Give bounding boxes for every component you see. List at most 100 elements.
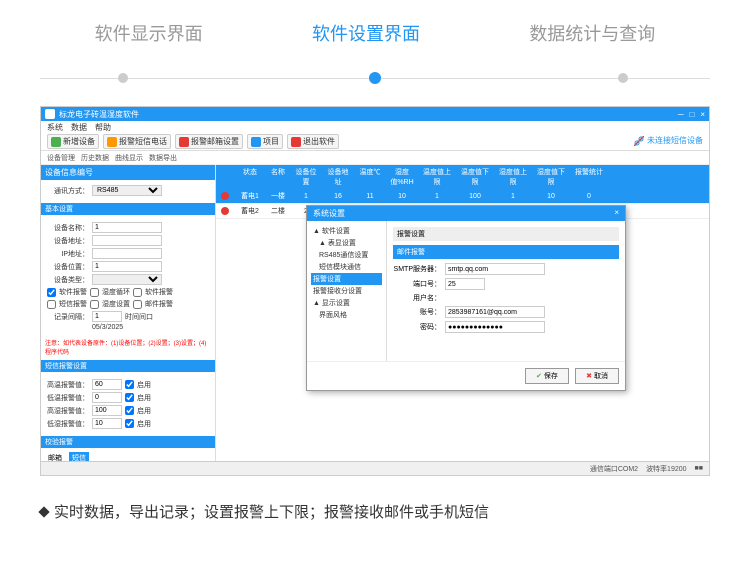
dev-addr-label: 设备地址： (47, 236, 89, 246)
menu-system[interactable]: 系统 (47, 122, 63, 133)
contact-tabs: 邮箱 短信 (41, 450, 215, 461)
plus-icon (51, 137, 61, 147)
conn-type-select[interactable]: RS485 (92, 185, 162, 196)
rec-int-input[interactable] (92, 311, 122, 322)
diamond-icon (38, 506, 49, 517)
bell-icon (179, 137, 189, 147)
close-button[interactable]: × (700, 110, 705, 119)
acct-input[interactable] (445, 306, 545, 318)
lo-hum-input[interactable] (92, 418, 122, 429)
add-device-button[interactable]: 新增设备 (47, 134, 99, 149)
smtp-input[interactable] (445, 263, 545, 275)
caption-row: 实时数据，导出记录；设置报警上下限；报警接收邮件或手机短信 (0, 486, 750, 537)
toolbar: 新增设备 报警短信电话 报警邮箱设置 项目 退出软件 (41, 133, 709, 151)
content-area: 状态 名称 设备位置 设备地址 温度℃ 湿度值%RH 温度值上限 温度值下限 湿… (216, 165, 709, 461)
smtp-label: SMTP服务器： (393, 264, 441, 274)
dev-name-label: 设备名称： (47, 223, 89, 233)
port-input[interactable] (445, 278, 485, 290)
pass-input[interactable] (445, 321, 545, 333)
subtab-export[interactable]: 数据导出 (149, 153, 177, 163)
app-window: 标龙电子砖温湿度软件 ─ □ × 系统 数据 帮助 新增设备 报警短信电话 报警… (40, 106, 710, 476)
tab-phone[interactable]: 短信 (69, 452, 89, 461)
subtab-history[interactable]: 历史数据 (81, 153, 109, 163)
tree-ui-style[interactable]: 界面风格 (311, 309, 382, 321)
dev-name-input[interactable] (92, 222, 162, 233)
exit-button[interactable]: 退出软件 (287, 134, 339, 149)
caption-text: 实时数据，导出记录；设置报警上下限；报警接收邮件或手机短信 (54, 501, 489, 522)
app-icon (45, 109, 55, 119)
status-com: 通信端口COM2 (590, 464, 638, 474)
subtab-device[interactable]: 设备管理 (47, 153, 75, 163)
mail-panel-header: 邮件报警 (393, 245, 619, 259)
hi-temp-enable[interactable] (125, 380, 134, 389)
page-tabs: 软件显示界面 软件设置界面 数据统计与查询 (0, 0, 750, 76)
sheet-icon (251, 137, 261, 147)
sw-alarm2-checkbox[interactable] (133, 288, 142, 297)
status-dot-icon (221, 192, 229, 200)
tree-display-set[interactable]: ▲ 显示设置 (311, 297, 382, 309)
hi-hum-label: 高湿报警值： (47, 406, 89, 416)
tab-dot (618, 73, 628, 83)
cancel-button[interactable]: ✖取消 (575, 368, 619, 384)
dialog-titlebar: 系统设置 × (307, 206, 625, 221)
tab-display[interactable]: 软件显示界面 (95, 20, 203, 76)
ip-input[interactable] (92, 248, 162, 259)
tree-alarm-recv[interactable]: 报警接收分设置 (311, 285, 382, 297)
ok-button[interactable]: ✔保存 (525, 368, 569, 384)
minimize-button[interactable]: ─ (678, 110, 684, 119)
dev-type-select[interactable] (92, 274, 162, 285)
maximize-button[interactable]: □ (689, 110, 694, 119)
basic-header: 基本设置 (41, 203, 215, 215)
hum-cycle-checkbox[interactable] (90, 288, 99, 297)
sms-alarm-button[interactable]: 报警短信电话 (103, 134, 171, 149)
sw-alarm-checkbox[interactable] (47, 288, 56, 297)
statusbar: 通信端口COM2 波特率19200 ■■ (41, 461, 709, 475)
dev-loc-input[interactable] (92, 261, 162, 272)
lo-hum-enable[interactable] (125, 419, 134, 428)
subtoolbar: 设备管理 历史数据 曲线显示 数据导出 (41, 151, 709, 165)
settings-dialog: 系统设置 × ▲ 软件设置 ▲ 表显设置 RS485通信设置 短信模块通信 报警… (306, 205, 626, 391)
hi-temp-input[interactable] (92, 379, 122, 390)
menu-data[interactable]: 数据 (71, 122, 87, 133)
tree-sms-module[interactable]: 短信模块通信 (311, 261, 382, 273)
hi-hum-enable[interactable] (125, 406, 134, 415)
hum-set-checkbox[interactable] (90, 300, 99, 309)
ip-label: IP地址： (47, 249, 89, 259)
tab-dot-active (369, 72, 381, 84)
runner-icon (107, 137, 117, 147)
subtab-curve[interactable]: 曲线显示 (115, 153, 143, 163)
dev-addr-input[interactable] (92, 235, 162, 246)
menu-help[interactable]: 帮助 (95, 122, 111, 133)
tab-mail[interactable]: 邮箱 (45, 452, 65, 461)
dialog-close-button[interactable]: × (614, 208, 619, 219)
menubar: 系统 数据 帮助 (41, 121, 709, 133)
hi-hum-input[interactable] (92, 405, 122, 416)
status-baud: 波特率19200 (646, 464, 686, 474)
project-button[interactable]: 项目 (247, 134, 283, 149)
tab-statistics[interactable]: 数据统计与查询 (529, 20, 655, 76)
rec-int-label: 记录间隔： (47, 312, 89, 322)
sms-alarm-checkbox[interactable] (47, 300, 56, 309)
lo-temp-input[interactable] (92, 392, 122, 403)
warning-text: 注意：如代表设备原件：(1)设备位置；(2)设置；(3)设置；(4) 程序代码 (41, 336, 215, 358)
lo-temp-enable[interactable] (125, 393, 134, 402)
dialog-title: 系统设置 (313, 208, 345, 219)
lo-temp-label: 低温报警值： (47, 393, 89, 403)
conn-type-label: 通讯方式： (47, 186, 89, 196)
mail-alarm-checkbox[interactable] (133, 300, 142, 309)
dev-loc-label: 设备位置： (47, 262, 89, 272)
conn-panel-header: 设备信息编号 (41, 165, 215, 180)
email-alarm-button[interactable]: 报警邮箱设置 (175, 134, 243, 149)
tree-alarm[interactable]: 报警设置 (311, 273, 382, 285)
table-row[interactable]: 蓄电1 一楼 1 16 11 10 1 100 1 10 0 (216, 189, 709, 204)
settings-tree: ▲ 软件设置 ▲ 表显设置 RS485通信设置 短信模块通信 报警设置 报警接收… (307, 221, 387, 361)
tab-settings[interactable]: 软件设置界面 (312, 20, 420, 76)
tree-software[interactable]: ▲ 软件设置 (311, 225, 382, 237)
status-indicator: ■■ (695, 465, 703, 472)
port-label: 端口号： (393, 279, 441, 289)
dev-type-label: 设备类型： (47, 275, 89, 285)
acct-label: 账号： (393, 307, 441, 317)
tree-rs485[interactable]: RS485通信设置 (311, 249, 382, 261)
x-icon: ✖ (586, 373, 592, 380)
tree-display[interactable]: ▲ 表显设置 (311, 237, 382, 249)
